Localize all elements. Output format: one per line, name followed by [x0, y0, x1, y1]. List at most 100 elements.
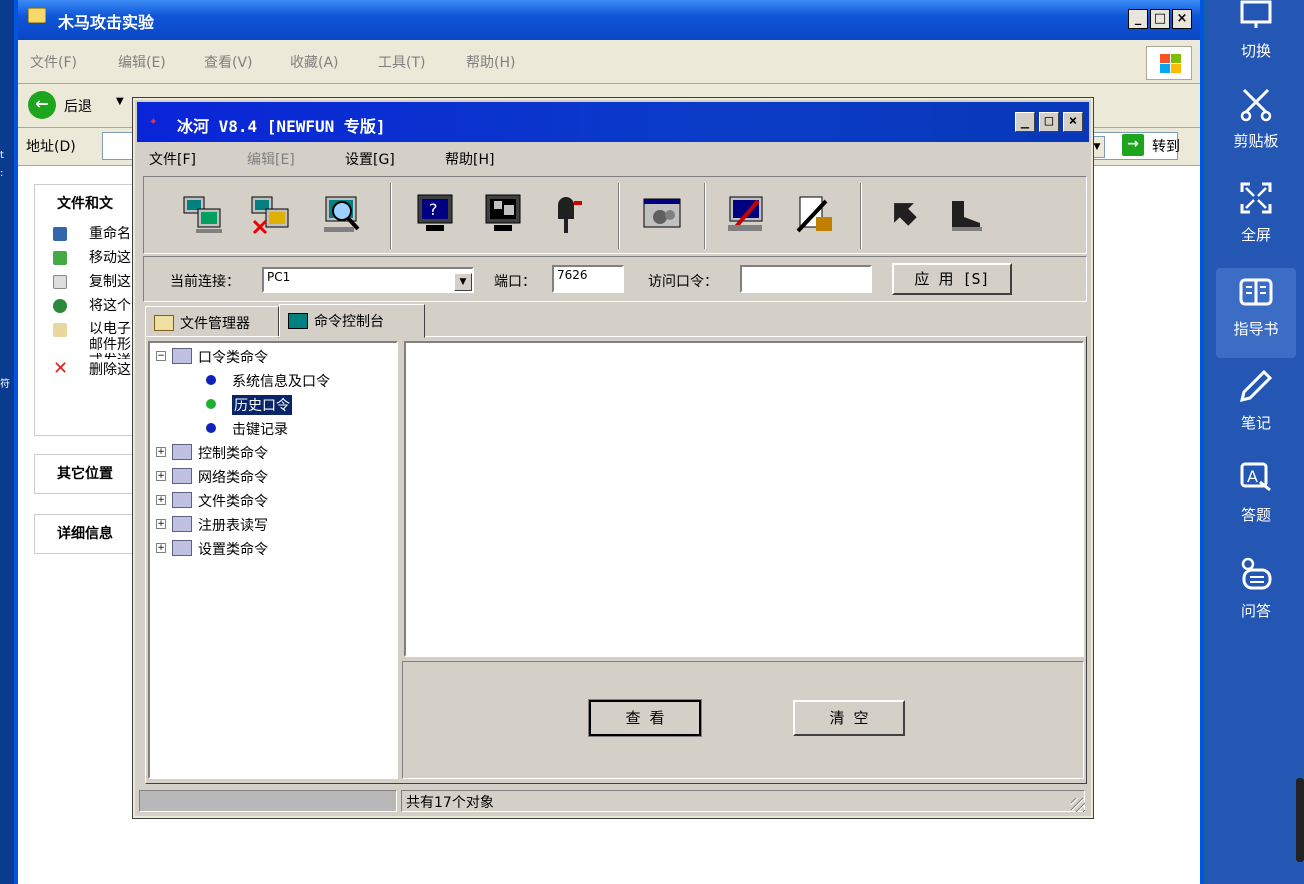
port-input[interactable]: 7626: [552, 265, 624, 293]
sidebar-item-answer[interactable]: A 答题: [1216, 454, 1296, 544]
collapse-icon[interactable]: −: [156, 351, 166, 361]
task-email[interactable]: 以电子邮件形式发送此文件: [35, 319, 143, 359]
output-area[interactable]: [404, 341, 1084, 657]
details-title: 详细信息: [35, 515, 143, 553]
back-arrow-icon[interactable]: ←: [28, 91, 56, 119]
file-tasks-title: 文件和文: [35, 185, 143, 223]
menu-favorites[interactable]: 收藏(A): [290, 52, 339, 72]
expand-icon[interactable]: +: [156, 495, 166, 505]
task-publish[interactable]: 将这个: [35, 295, 143, 319]
upgrade-arrow-icon[interactable]: [880, 191, 926, 237]
bingling-title-bar[interactable]: ✦ 冰河 V8.4 [NEWFUN 专版] _ □ ×: [137, 102, 1089, 142]
toolbar-separator: [860, 183, 862, 249]
sidebar-item-qa[interactable]: 问答: [1216, 550, 1296, 640]
computers-icon: [288, 313, 308, 329]
expand-icon[interactable]: +: [156, 519, 166, 529]
app-icon: ✦: [149, 113, 158, 129]
expand-icon[interactable]: +: [156, 543, 166, 553]
toolbar-separator: [704, 183, 706, 249]
task-move[interactable]: 移动这: [35, 247, 143, 271]
screen-help-icon[interactable]: ?: [412, 191, 458, 237]
config-pc-icon[interactable]: [724, 191, 770, 237]
mailbox-icon[interactable]: [548, 191, 594, 237]
globe-icon: [53, 299, 67, 313]
copy-icon: [53, 275, 67, 289]
blue-dot-icon: [206, 423, 216, 433]
menu-file[interactable]: 文件(F): [30, 52, 77, 72]
inner-maximize-button[interactable]: □: [1039, 112, 1059, 132]
task-rename[interactable]: 重命名: [35, 223, 143, 247]
inner-close-button[interactable]: ×: [1063, 112, 1083, 132]
status-text: 共有17个对象: [401, 790, 1085, 812]
pencil-icon: [1239, 369, 1273, 403]
password-input[interactable]: [740, 265, 872, 293]
explorer-menu-bar: 文件(F) 编辑(E) 查看(V) 收藏(A) 工具(T) 帮助(H): [18, 40, 1200, 84]
conn-dropdown-icon[interactable]: ▼: [454, 273, 472, 291]
sidebar-item-fullscreen[interactable]: 全屏: [1216, 174, 1296, 264]
go-button-label[interactable]: 转到: [1152, 136, 1180, 156]
bingling-toolbar: ?: [143, 176, 1087, 254]
add-host-icon[interactable]: [180, 191, 226, 237]
tab-command-console[interactable]: 命令控制台: [279, 304, 425, 338]
expand-icon[interactable]: +: [156, 447, 166, 457]
inner-minimize-button[interactable]: _: [1015, 112, 1035, 132]
details-panel[interactable]: 详细信息: [34, 514, 144, 554]
go-arrow-icon[interactable]: →: [1122, 134, 1144, 156]
explorer-title-bar[interactable]: 木马攻击实验 _ □ ×: [18, 0, 1200, 40]
resize-grip-icon[interactable]: [1071, 798, 1085, 812]
clear-button[interactable]: 清 空: [793, 700, 905, 736]
desktop-edge: t:符: [0, 0, 14, 884]
other-places-panel[interactable]: 其它位置: [34, 454, 144, 494]
back-dropdown-icon[interactable]: ▼: [116, 96, 124, 107]
maximize-button[interactable]: □: [1150, 9, 1170, 29]
view-button[interactable]: 查 看: [588, 699, 702, 737]
tab-file-manager[interactable]: 文件管理器: [145, 306, 279, 338]
sidebar-item-switch[interactable]: 切换: [1216, 0, 1296, 80]
sidebar-item-notes[interactable]: 笔记: [1216, 362, 1296, 452]
tab-strip: 文件管理器 命令控制台: [145, 304, 1087, 338]
task-pane: 文件和文 重命名 移动这 复制这 将这个 以电子邮件形式发送此文件 ✕删除这 其…: [34, 184, 146, 574]
qa-icon: [1241, 557, 1272, 590]
inner-menu-help[interactable]: 帮助[H]: [445, 149, 494, 169]
sidebar-item-clipboard[interactable]: 剪贴板: [1216, 80, 1296, 170]
password-label: 访问口令：: [648, 274, 718, 290]
boot-exit-icon[interactable]: [944, 191, 990, 237]
open-folder-icon: [154, 315, 174, 331]
menu-edit[interactable]: 编辑(E): [118, 52, 166, 72]
delete-host-icon[interactable]: [248, 191, 294, 237]
command-tree[interactable]: − 口令类命令 系统信息及口令 历史口令 击键记录 + 控制类命令 + 网络类命…: [148, 341, 398, 779]
book-icon: [1239, 278, 1273, 306]
close-button[interactable]: ×: [1172, 9, 1192, 29]
address-label: 地址(D): [26, 139, 76, 155]
settings-panel-icon[interactable]: [640, 191, 686, 237]
minimize-button[interactable]: _: [1128, 9, 1148, 29]
screen-control-icon[interactable]: [480, 191, 526, 237]
apply-button[interactable]: 应 用 [S]: [892, 263, 1012, 295]
toolbar-separator: [618, 183, 620, 249]
menu-tools[interactable]: 工具(T): [378, 52, 425, 72]
expand-icon[interactable]: +: [156, 471, 166, 481]
bingling-window: ✦ 冰河 V8.4 [NEWFUN 专版] _ □ × 文件[F] 编辑[E] …: [132, 97, 1094, 819]
tools-icon[interactable]: [792, 191, 838, 237]
search-host-icon[interactable]: [320, 191, 366, 237]
move-icon: [53, 251, 67, 265]
explorer-title: 木马攻击实验: [58, 13, 155, 32]
task-copy[interactable]: 复制这: [35, 271, 143, 295]
inner-menu-file[interactable]: 文件[F]: [149, 149, 196, 169]
windows-logo-icon: [1146, 46, 1192, 80]
inner-menu-edit[interactable]: 编辑[E]: [247, 149, 295, 169]
inner-menu-settings[interactable]: 设置[G]: [345, 149, 395, 169]
current-conn-select[interactable]: PC1: [262, 267, 474, 293]
back-button-label[interactable]: 后退: [64, 96, 92, 116]
bingling-menu-bar: 文件[F] 编辑[E] 设置[G] 帮助[H]: [137, 144, 1089, 174]
svg-text:A: A: [1247, 467, 1258, 486]
command-console-panel: − 口令类命令 系统信息及口令 历史口令 击键记录 + 控制类命令 + 网络类命…: [145, 336, 1087, 784]
menu-view[interactable]: 查看(V): [204, 52, 253, 72]
sidebar-scroll-handle[interactable]: [1296, 778, 1304, 862]
task-delete[interactable]: ✕ 删除这: [35, 359, 143, 383]
right-sidebar: 切换 剪贴板 全屏 指导书 笔记 A 答题 问答: [1208, 0, 1304, 884]
menu-help[interactable]: 帮助(H): [466, 52, 515, 72]
folder-icon: [172, 348, 192, 364]
delete-x-icon: ✕: [53, 359, 69, 379]
sidebar-item-guide[interactable]: 指导书: [1216, 268, 1296, 358]
